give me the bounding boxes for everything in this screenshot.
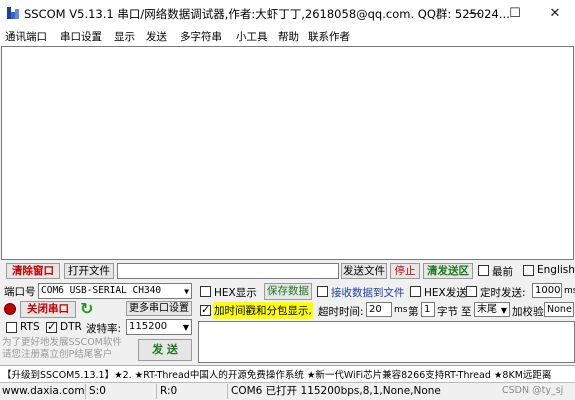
clear-send-button[interactable]: 清发送区: [423, 263, 473, 279]
timed-interval-unit: ms: [564, 286, 575, 296]
byte-prefix-label: 第: [408, 306, 419, 318]
menu-display[interactable]: 显示: [114, 29, 135, 44]
byte-label: 字节: [437, 306, 458, 318]
menu-bar: 通讯端口 串口设置 显示 发送 多字符串 小工具 帮助 联系作者: [0, 27, 575, 46]
hex-display-checkbox[interactable]: [200, 286, 211, 297]
timestamp-checkbox[interactable]: [200, 303, 211, 316]
port-select[interactable]: COM6 USB-SERIAL CH340 ▼: [38, 283, 192, 299]
title-bar: SSCOM V5.13.1 串口/网络数据调试器,作者:大虾丁丁,2618058…: [0, 0, 575, 27]
status-received-count: R:0: [158, 384, 228, 399]
send-button[interactable]: 发 送: [138, 339, 192, 361]
rts-checkbox[interactable]: [6, 322, 17, 333]
window-title: SSCOM V5.13.1 串口/网络数据调试器,作者:大虾丁丁,2618058…: [24, 7, 510, 21]
baud-select[interactable]: 115200 ▼: [126, 319, 192, 335]
timeout-input[interactable]: 20: [366, 302, 392, 317]
dtr-label: DTR: [60, 321, 82, 333]
byte-end-select[interactable]: 末尾 ▼: [474, 302, 510, 317]
to-label: 至: [461, 306, 472, 318]
status-bar: www.daxia.com S:0 R:0 COM6 已打开 115200bps…: [0, 382, 575, 400]
minimize-button[interactable]: —: [455, 0, 495, 27]
promo-text[interactable]: 为了更好地发展SSCOM软件 请您注册嘉立创P结尾客户: [2, 337, 136, 361]
stop-button[interactable]: 停止: [390, 263, 420, 279]
hex-display-label: HEX显示: [214, 287, 257, 299]
send-text-area[interactable]: [198, 321, 575, 363]
timestamp-label: 加时间戳和分包显示,: [213, 302, 313, 319]
port-status-indicator-icon: [4, 303, 16, 315]
menu-send[interactable]: 发送: [146, 29, 167, 44]
receive-text-area[interactable]: [1, 46, 574, 260]
recv-to-file-checkbox[interactable]: [317, 286, 328, 297]
byte-end-value: 末尾: [477, 304, 497, 315]
menu-serial-settings[interactable]: 串口设置: [60, 29, 102, 44]
open-file-button[interactable]: 打开文件: [64, 263, 114, 279]
latest-label: 最前: [492, 266, 513, 278]
baud-select-value: 115200: [129, 321, 168, 332]
hex-send-label: HEX发送: [424, 287, 467, 299]
checksum-select[interactable]: None: [544, 302, 574, 317]
save-data-button[interactable]: 保存数据: [264, 283, 312, 300]
english-label: English: [537, 264, 575, 276]
menu-contact-author[interactable]: 联系作者: [308, 29, 350, 44]
watermark: CSDN @ty_sj: [502, 385, 564, 396]
port-label: 端口号: [4, 286, 36, 298]
file-path-input[interactable]: [117, 263, 339, 279]
app-icon: [7, 7, 19, 19]
send-file-button[interactable]: 发送文件: [341, 263, 387, 279]
menu-tools[interactable]: 小工具: [236, 29, 268, 44]
hex-send-checkbox[interactable]: [410, 286, 421, 297]
timeout-unit: ms: [394, 305, 408, 315]
close-button[interactable]: ✕: [535, 0, 575, 27]
baud-label: 波特率:: [86, 323, 122, 335]
dtr-checkbox[interactable]: [46, 320, 57, 333]
maximize-button[interactable]: ☐: [495, 0, 535, 27]
timed-send-checkbox[interactable]: [466, 286, 477, 297]
status-sent-count: S:0: [87, 384, 157, 399]
news-ticker: 【升级到SSCOM5.13.1】★2. ★RT-Thread中国人的开源免费操作…: [0, 365, 575, 382]
menu-help[interactable]: 帮助: [278, 29, 299, 44]
recv-to-file-label: 接收数据到文件: [331, 287, 405, 299]
english-checkbox[interactable]: [523, 265, 534, 276]
byte-index-input[interactable]: 1: [421, 302, 435, 317]
checksum-label: 加校验: [512, 306, 544, 318]
clear-window-button[interactable]: 清除窗口: [6, 263, 60, 279]
port-select-value: COM6 USB-SERIAL CH340: [41, 285, 162, 296]
chevron-down-icon: ▼: [500, 306, 507, 315]
refresh-icon[interactable]: ↻: [80, 299, 93, 318]
close-port-button[interactable]: 关闭串口: [20, 301, 76, 318]
timeout-label: 超时时间:: [318, 306, 364, 318]
menu-comm-port[interactable]: 通讯端口: [5, 29, 47, 44]
status-site-link[interactable]: www.daxia.com: [0, 384, 86, 399]
more-serial-settings-button[interactable]: 更多串口设置: [126, 301, 192, 316]
timed-interval-input[interactable]: 1000: [532, 283, 562, 298]
chevron-down-icon: ▼: [182, 323, 189, 332]
timed-send-label: 定时发送:: [480, 287, 526, 299]
rts-label: RTS: [20, 321, 40, 333]
status-port-state: COM6 已打开 115200bps,8,1,None,None: [231, 385, 441, 397]
chevron-down-icon: ▼: [184, 287, 189, 296]
ticker-text[interactable]: 【升级到SSCOM5.13.1】★2. ★RT-Thread中国人的开源免费操作…: [2, 367, 551, 381]
menu-multi-string[interactable]: 多字符串: [180, 29, 222, 44]
latest-checkbox[interactable]: [478, 265, 489, 276]
